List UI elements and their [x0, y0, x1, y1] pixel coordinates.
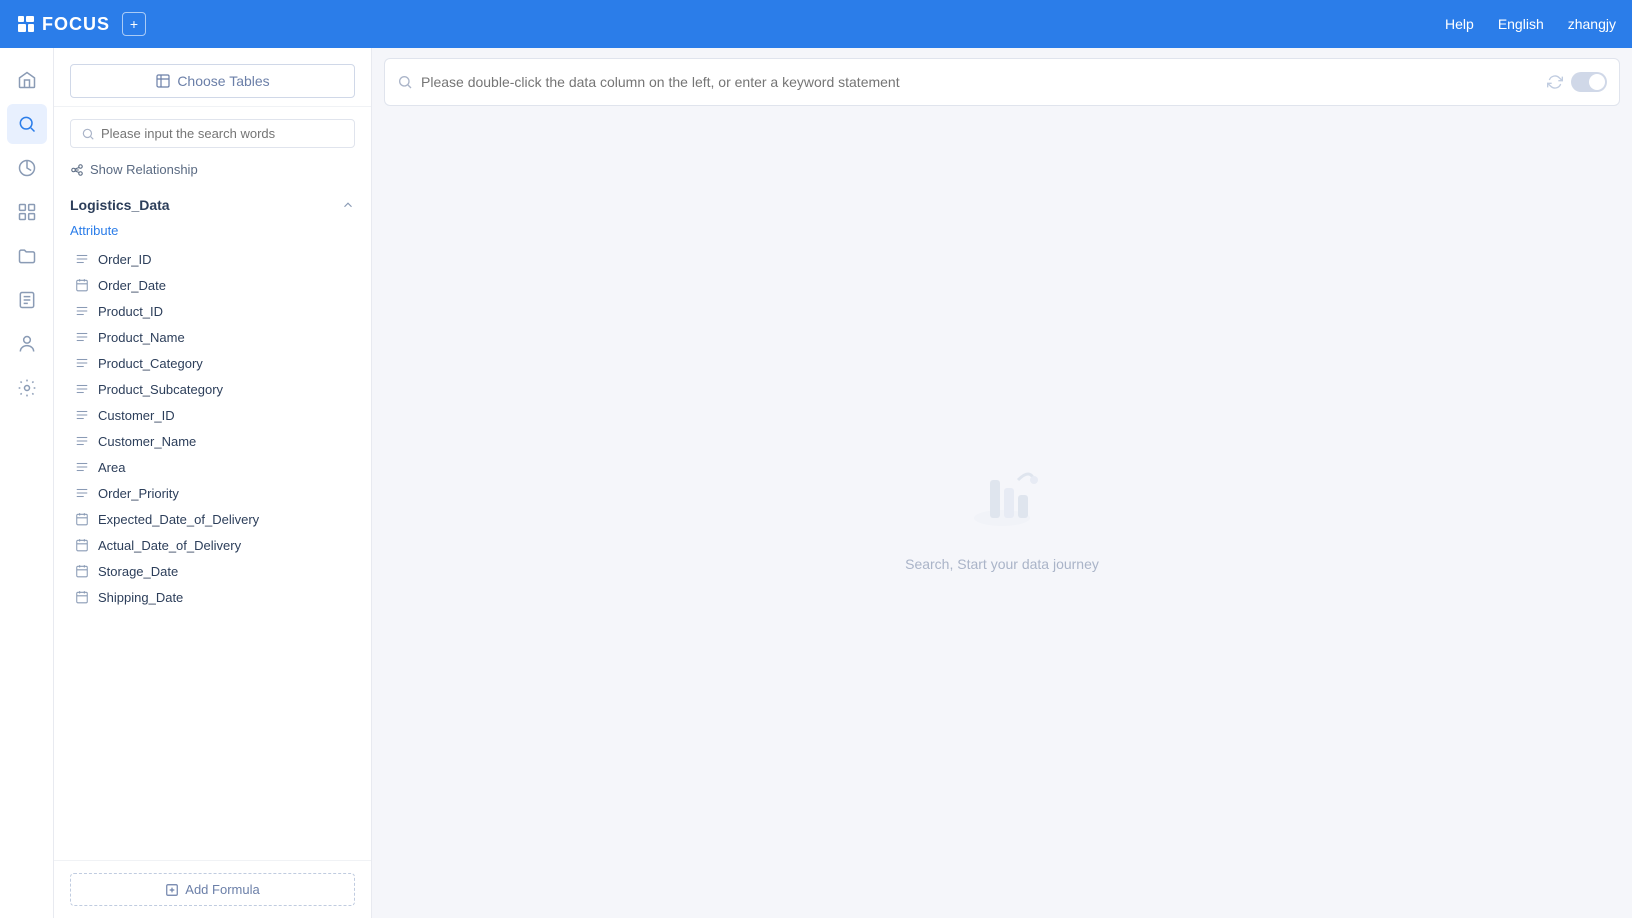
field-name: Product_ID — [98, 304, 163, 319]
field-item[interactable]: Product_Name — [54, 324, 371, 350]
fields-list: Order_ID Order_Date Product_ID Product_N… — [54, 246, 371, 610]
field-name: Customer_ID — [98, 408, 175, 423]
language-selector[interactable]: English — [1498, 16, 1544, 32]
field-type-icon — [74, 329, 90, 345]
query-bar-actions — [1547, 72, 1607, 92]
table-section: Logistics_Data Attribute Order_ID Order_… — [54, 183, 371, 860]
field-type-icon — [74, 251, 90, 267]
empty-state-text: Search, Start your data journey — [905, 556, 1099, 572]
top-nav: FOCUS + Help English zhangjy — [0, 0, 1632, 48]
sidebar-item-grid[interactable] — [7, 192, 47, 232]
field-type-icon — [74, 407, 90, 423]
sidebar-item-folder[interactable] — [7, 236, 47, 276]
data-panel-footer: Add Formula — [54, 860, 371, 918]
collapse-icon[interactable] — [341, 198, 355, 212]
field-name: Product_Category — [98, 356, 203, 371]
search-field-icon — [81, 127, 95, 141]
data-panel-header: Choose Tables — [54, 48, 371, 107]
sidebar-item-home[interactable] — [7, 60, 47, 100]
field-type-icon — [74, 433, 90, 449]
field-search-input[interactable] — [101, 126, 344, 141]
help-link[interactable]: Help — [1445, 16, 1474, 32]
field-name: Area — [98, 460, 125, 475]
user-menu[interactable]: zhangjy — [1568, 16, 1616, 32]
field-item[interactable]: Expected_Date_of_Delivery — [54, 506, 371, 532]
add-formula-label: Add Formula — [185, 882, 259, 897]
field-item[interactable]: Actual_Date_of_Delivery — [54, 532, 371, 558]
field-search-box — [70, 119, 355, 148]
field-name: Order_ID — [98, 252, 151, 267]
field-name: Order_Priority — [98, 486, 179, 501]
field-type-icon — [74, 381, 90, 397]
query-input[interactable] — [421, 74, 1539, 90]
toggle-switch[interactable] — [1571, 72, 1607, 92]
main-content: Search, Start your data journey — [372, 48, 1632, 918]
app-name: FOCUS — [42, 14, 110, 35]
show-relationship-toggle[interactable]: Show Relationship — [54, 156, 371, 183]
field-item[interactable]: Customer_ID — [54, 402, 371, 428]
field-item[interactable]: Order_Priority — [54, 480, 371, 506]
field-name: Shipping_Date — [98, 590, 183, 605]
field-type-icon — [74, 537, 90, 553]
field-item[interactable]: Product_Subcategory — [54, 376, 371, 402]
field-item[interactable]: Order_ID — [54, 246, 371, 272]
attribute-label: Attribute — [54, 219, 371, 246]
add-formula-button[interactable]: Add Formula — [70, 873, 355, 906]
field-item[interactable]: Shipping_Date — [54, 584, 371, 610]
field-type-icon — [74, 563, 90, 579]
table-icon — [155, 73, 171, 89]
field-name: Actual_Date_of_Delivery — [98, 538, 241, 553]
plus-square-icon — [165, 883, 179, 897]
field-type-icon — [74, 589, 90, 605]
field-item[interactable]: Product_Category — [54, 350, 371, 376]
empty-state-icon — [962, 460, 1042, 540]
field-type-icon — [74, 511, 90, 527]
refresh-icon[interactable] — [1547, 74, 1563, 90]
field-type-icon — [74, 355, 90, 371]
nav-right: Help English zhangjy — [1445, 16, 1616, 32]
table-header: Logistics_Data — [54, 191, 371, 219]
field-name: Product_Name — [98, 330, 185, 345]
new-tab-button[interactable]: + — [122, 12, 146, 36]
choose-tables-button[interactable]: Choose Tables — [70, 64, 355, 98]
icon-sidebar — [0, 48, 54, 918]
field-type-icon — [74, 277, 90, 293]
relationship-icon — [70, 163, 84, 177]
sidebar-item-report[interactable] — [7, 280, 47, 320]
query-search-icon — [397, 74, 413, 90]
choose-tables-label: Choose Tables — [177, 73, 269, 89]
field-item[interactable]: Customer_Name — [54, 428, 371, 454]
data-panel: Choose Tables Show Relationship Logistic… — [54, 48, 372, 918]
logo-icon — [16, 14, 36, 34]
field-name: Customer_Name — [98, 434, 196, 449]
sidebar-item-user[interactable] — [7, 324, 47, 364]
show-relationship-label: Show Relationship — [90, 162, 198, 177]
empty-state: Search, Start your data journey — [372, 114, 1632, 918]
query-bar — [384, 58, 1620, 106]
field-name: Storage_Date — [98, 564, 178, 579]
field-name: Product_Subcategory — [98, 382, 223, 397]
sidebar-item-settings[interactable] — [7, 368, 47, 408]
field-item[interactable]: Area — [54, 454, 371, 480]
field-type-icon — [74, 459, 90, 475]
field-type-icon — [74, 303, 90, 319]
field-type-icon — [74, 485, 90, 501]
table-name: Logistics_Data — [70, 197, 170, 213]
field-item[interactable]: Product_ID — [54, 298, 371, 324]
field-name: Expected_Date_of_Delivery — [98, 512, 259, 527]
field-item[interactable]: Order_Date — [54, 272, 371, 298]
field-name: Order_Date — [98, 278, 166, 293]
app-logo: FOCUS — [16, 14, 110, 35]
sidebar-item-analytics[interactable] — [7, 148, 47, 188]
field-item[interactable]: Storage_Date — [54, 558, 371, 584]
sidebar-item-search[interactable] — [7, 104, 47, 144]
